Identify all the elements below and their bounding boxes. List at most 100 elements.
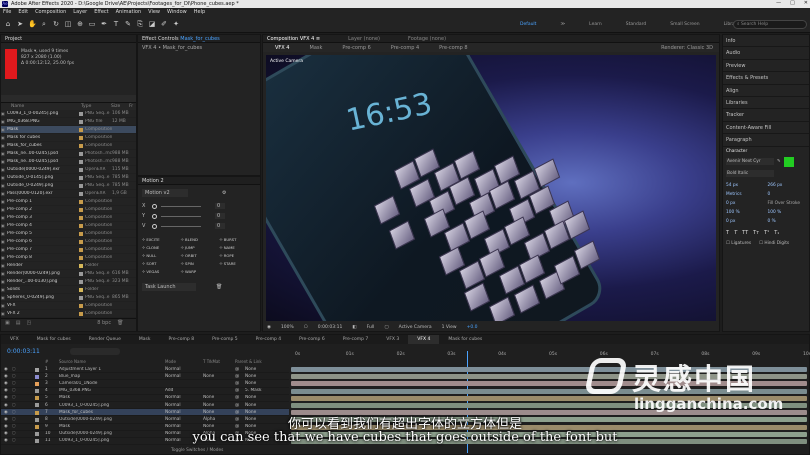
layer-name[interactable]: C0093_1_0-00245].png bbox=[59, 403, 159, 408]
project-item[interactable]: ▣ Render Folder bbox=[1, 262, 136, 270]
timeline-tab[interactable]: VFX 4 bbox=[408, 335, 440, 344]
close-button[interactable]: ✕ bbox=[804, 0, 808, 6]
subtab-vfx4[interactable]: VFX 4 bbox=[275, 45, 290, 51]
item-label-swatch[interactable] bbox=[79, 263, 83, 268]
effect-controls-tab[interactable]: Effect Controls Mask_for_cubes bbox=[138, 35, 260, 43]
project-item[interactable]: ▣ Solids Folder bbox=[1, 286, 136, 294]
item-label-swatch[interactable] bbox=[79, 151, 83, 156]
brush-tool-icon[interactable]: ✎ bbox=[124, 20, 132, 28]
layer-mode[interactable]: Normal bbox=[165, 367, 181, 372]
stroke-width-field[interactable]: 0 px bbox=[726, 201, 765, 206]
slider-track[interactable] bbox=[161, 215, 201, 217]
pickwhip-icon[interactable]: @ bbox=[235, 388, 239, 393]
timeline-search-input[interactable] bbox=[69, 347, 120, 355]
layer-name[interactable]: Mask bbox=[59, 395, 159, 400]
slider-value[interactable]: 0 bbox=[215, 213, 225, 219]
menu-composition[interactable]: Composition bbox=[35, 9, 66, 15]
camera-dropdown[interactable]: Active Camera bbox=[399, 325, 432, 330]
item-label-swatch[interactable] bbox=[79, 143, 83, 148]
stroke-mode-dropdown[interactable]: Fill Over Stroke bbox=[768, 201, 807, 206]
project-item[interactable]: ▣ Pre-comp 4 Composition bbox=[1, 222, 136, 230]
eyedropper-icon[interactable]: ✎ bbox=[777, 159, 781, 164]
project-item[interactable]: ▣ Spheres_0-0249].png PNG Seq..e 865 MB bbox=[1, 294, 136, 302]
col-parent[interactable]: Parent & Link bbox=[235, 359, 262, 364]
menu-layer[interactable]: Layer bbox=[73, 9, 87, 15]
right-panel-effects-presets[interactable]: Effects & Presets bbox=[723, 72, 809, 85]
composition-canvas[interactable]: 16:53 Active Camera bbox=[266, 55, 716, 321]
task-launch-dropdown[interactable]: Task Launch bbox=[142, 283, 196, 291]
project-item[interactable]: ▣ Mask Composition bbox=[1, 126, 136, 134]
interpret-footage-icon[interactable]: ▣ bbox=[5, 320, 10, 326]
motion-tool-button[interactable]: ✣ BLEND bbox=[181, 237, 218, 242]
always-preview-icon[interactable]: ◉ bbox=[267, 325, 271, 330]
timeline-tab[interactable]: Pre-comp 7 bbox=[334, 335, 378, 344]
right-panel-preview[interactable]: Preview bbox=[723, 60, 809, 73]
font-dropdown[interactable]: Avenir Next Cyr bbox=[726, 158, 774, 166]
project-item[interactable]: ▣ Pre-comp 3 Composition bbox=[1, 214, 136, 222]
audio-icon[interactable]: ◌ bbox=[12, 403, 16, 408]
layer-name[interactable]: Camera01_1Node bbox=[59, 381, 159, 386]
motion-tool-button[interactable]: ✣ ORBIT bbox=[181, 253, 218, 258]
camera-icon[interactable]: ◧ bbox=[352, 325, 356, 330]
right-panel-libraries[interactable]: Libraries bbox=[723, 97, 809, 110]
item-label-swatch[interactable] bbox=[79, 159, 83, 164]
menu-effect[interactable]: Effect bbox=[94, 9, 108, 15]
slider-track[interactable] bbox=[161, 205, 201, 207]
layer-label-swatch[interactable] bbox=[35, 396, 39, 401]
pickwhip-icon[interactable]: @ bbox=[235, 403, 239, 408]
item-label-swatch[interactable] bbox=[79, 111, 83, 116]
superscript-button[interactable]: T¹ bbox=[764, 230, 769, 236]
project-item[interactable]: ▣ VFX Composition bbox=[1, 302, 136, 310]
motion-tool-button[interactable]: ✣ SORT bbox=[142, 261, 179, 266]
slider-value[interactable]: 0 bbox=[215, 203, 225, 209]
project-item[interactable]: ▣ C0093_1_0-00245].png PNG Seq..e 106 MB bbox=[1, 110, 136, 118]
motion-tool-button[interactable]: ✣ BURST bbox=[219, 237, 256, 242]
all-caps-button[interactable]: TT bbox=[742, 230, 748, 236]
trash-icon[interactable]: 🗑 bbox=[117, 320, 123, 326]
project-item[interactable]: ▣ Pre-comp 6 Composition bbox=[1, 238, 136, 246]
timeline-tab[interactable]: Render Queue bbox=[80, 335, 130, 344]
project-item[interactable]: ▣ Pre-comp 2 Composition bbox=[1, 206, 136, 214]
project-search-row[interactable] bbox=[1, 95, 136, 103]
ligatures-checkbox[interactable]: ☐ Ligatures bbox=[726, 241, 751, 246]
project-tab[interactable]: Project bbox=[1, 35, 136, 43]
layer-trkmat[interactable]: None bbox=[203, 395, 214, 400]
layer-label-swatch[interactable] bbox=[35, 381, 39, 386]
camera-tool-icon[interactable]: ◫ bbox=[64, 20, 72, 28]
tsume-field[interactable]: 0 % bbox=[768, 219, 807, 224]
col-type[interactable]: Type bbox=[81, 104, 91, 109]
item-label-swatch[interactable] bbox=[79, 167, 83, 172]
audio-icon[interactable]: ◌ bbox=[12, 374, 16, 379]
eye-icon[interactable]: ◉ bbox=[4, 381, 8, 386]
item-label-swatch[interactable] bbox=[79, 311, 83, 316]
layer-name[interactable]: IMG_0368.PNG bbox=[59, 388, 159, 393]
project-item[interactable]: ▣ Mask_ne..00-0245].psd Photosh..mce 988 MB bbox=[1, 158, 136, 166]
col-fr[interactable]: Fr bbox=[129, 104, 133, 109]
small-caps-button[interactable]: Tт bbox=[753, 230, 759, 236]
right-panel-content-aware-fill[interactable]: Content-Aware Fill bbox=[723, 122, 809, 135]
item-label-swatch[interactable] bbox=[79, 223, 83, 228]
faux-bold-button[interactable]: T bbox=[726, 230, 729, 236]
layer-mode[interactable]: Normal bbox=[165, 395, 181, 400]
zoom-tool-icon[interactable]: ⌕ bbox=[40, 20, 48, 28]
right-panel-align[interactable]: Align bbox=[723, 85, 809, 97]
puppet-tool-icon[interactable]: ✦ bbox=[172, 20, 180, 28]
pickwhip-icon[interactable]: @ bbox=[235, 381, 239, 386]
col-size[interactable]: Size bbox=[111, 104, 120, 109]
tab-composition[interactable]: Composition VFX 4 ≡ bbox=[267, 35, 320, 42]
layer-row[interactable]: ◉ ◌ 5 Mask Normal None @ None bbox=[1, 395, 289, 402]
zoom-dropdown[interactable]: 100% bbox=[281, 325, 294, 330]
timeline-tab[interactable]: Pre-comp 6 bbox=[290, 335, 334, 344]
item-label-swatch[interactable] bbox=[79, 207, 83, 212]
eraser-tool-icon[interactable]: ◪ bbox=[148, 20, 156, 28]
project-item[interactable]: ▣ Pass[0000-0120].exr OpenEXR 1,9 GB bbox=[1, 190, 136, 198]
selection-tool-icon[interactable]: ➤ bbox=[16, 20, 24, 28]
roto-brush-tool-icon[interactable]: ✐ bbox=[160, 20, 168, 28]
layer-row[interactable]: ◉ ◌ 2 Blue_map Normal None @ None bbox=[1, 373, 289, 381]
project-item[interactable]: ▣ Mask for cubes Composition bbox=[1, 134, 136, 142]
snapshot-icon[interactable]: ⎔ bbox=[304, 325, 308, 330]
subtab-precomp4[interactable]: Pre-comp 4 bbox=[391, 45, 419, 51]
motion-tool-button[interactable]: ✣ VEGAS bbox=[142, 269, 179, 274]
search-help-input[interactable]: ⌕ Search Help bbox=[733, 20, 807, 29]
layer-row[interactable]: ◉ ◌ 4 IMG_0368.PNG Add @5. Mask bbox=[1, 388, 289, 395]
